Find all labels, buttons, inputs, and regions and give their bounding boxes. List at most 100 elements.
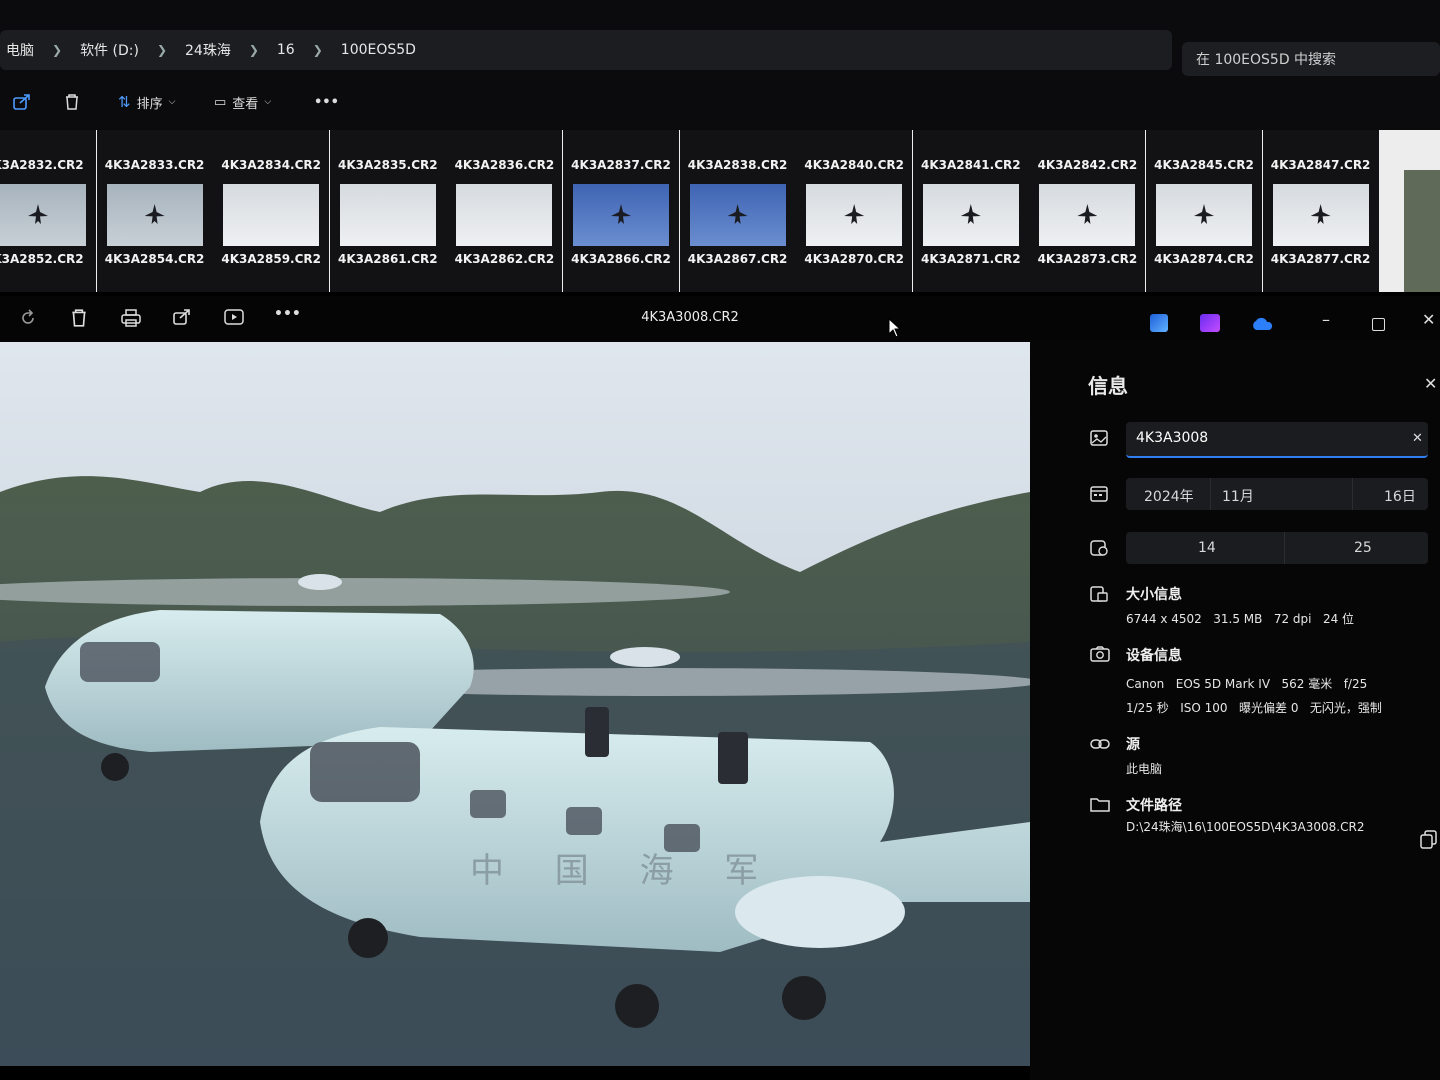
thumbnail-filename-bottom: 4K3A2866.CR2 [571, 252, 671, 266]
thumbnail-image[interactable] [1272, 184, 1369, 246]
source-section-label: 源 [1126, 737, 1140, 753]
search-input[interactable]: 在 100EOS5D 中搜索 [1182, 42, 1440, 76]
close-window-button[interactable]: ✕ [1422, 310, 1435, 329]
clipchamp-icon[interactable] [1200, 314, 1220, 332]
thumbnail-tile[interactable]: 4K3A2841.CR2 4K3A2871.CR2 [912, 130, 1029, 292]
shutter-speed: 1/25 秒 [1126, 701, 1169, 715]
chevron-right-icon: ❯ [312, 43, 323, 57]
aircraft-silhouette-icon [960, 204, 981, 224]
date-year[interactable]: 2024年 [1144, 486, 1194, 506]
thumbnail-image[interactable] [1039, 184, 1136, 246]
breadcrumb-folder-current[interactable]: 100EOS5D [335, 42, 422, 58]
slideshow-button[interactable] [224, 308, 244, 330]
more-options-button[interactable]: ••• [274, 306, 301, 322]
trash-icon [66, 94, 78, 110]
date-day[interactable]: 16日 [1384, 486, 1416, 506]
thumbnail-tile[interactable]: 4K3A2834.CR2 4K3A2859.CR2 [213, 130, 330, 292]
breadcrumb-folder-16[interactable]: 16 [271, 42, 301, 58]
thumbnail-filename-top: 4K3A2833.CR2 [104, 158, 205, 172]
thumbnail-filename-bottom: 4K3A2877.CR2 [1270, 252, 1371, 266]
camera-model: EOS 5D Mark IV [1175, 677, 1271, 691]
thumbnail-image[interactable] [106, 184, 203, 246]
photo-canvas[interactable]: 中 国 海 军 [0, 342, 1030, 1066]
thumbnail-tile[interactable]: 4K3A2838.CR2 4K3A2867.CR2 [679, 130, 796, 292]
photo-file-title: 4K3A3008.CR2 [641, 310, 739, 325]
chevron-right-icon: ❯ [156, 43, 167, 57]
breadcrumb-this-pc[interactable]: 电脑 [0, 40, 40, 60]
thumbnail-image[interactable] [806, 184, 903, 246]
breadcrumb-folder-zhuhai[interactable]: 24珠海 [179, 40, 237, 60]
image-size-icon [1090, 586, 1108, 606]
thumbnail-filename-bottom: 4K3A2867.CR2 [687, 252, 788, 266]
thumbnail-filename-top: 4K3A2836.CR2 [454, 158, 555, 172]
thumbnail-filename-bottom: 4K3A2859.CR2 [221, 252, 321, 266]
thumbnail-tile[interactable]: 4K3A2835.CR2 4K3A2861.CR2 [329, 130, 446, 292]
info-panel-heading: 信息 [1088, 374, 1128, 398]
device-section-label: 设备信息 [1126, 648, 1182, 664]
breadcrumb-drive[interactable]: 软件 (D:) [74, 40, 145, 60]
minimize-button[interactable]: – [1322, 310, 1330, 329]
share-button[interactable] [12, 93, 32, 111]
delete-button[interactable] [64, 93, 80, 111]
thumbnail-tile[interactable]: 4K3A2833.CR2 4K3A2854.CR2 [96, 130, 213, 292]
share-photo-button[interactable] [172, 308, 192, 330]
thumbnail-filename-top: K3A2832.CR2 [0, 158, 84, 172]
thumbnail-tile[interactable]: 4K3A2842.CR2 4K3A2873.CR2 [1029, 130, 1146, 292]
thumbnail-image[interactable] [922, 184, 1019, 246]
close-panel-button[interactable]: ✕ [1424, 374, 1437, 393]
thumbnail-tile[interactable]: 4K3A2840.CR2 4K3A2870.CR2 [796, 130, 913, 292]
link-icon [1090, 736, 1110, 755]
more-options-button[interactable]: ••• [314, 95, 339, 110]
thumbnail-image[interactable] [689, 184, 786, 246]
thumbnail-image[interactable] [223, 184, 320, 246]
address-bar[interactable]: 电脑 ❯ 软件 (D:) ❯ 24珠海 ❯ 16 ❯ 100EOS5D [0, 30, 1172, 70]
clear-icon[interactable]: ✕ [1412, 431, 1423, 446]
thumbnail-tile[interactable]: 4K3A2845.CR2 4K3A2874.CR2 [1146, 130, 1262, 292]
delete-photo-button[interactable] [70, 308, 88, 332]
print-button[interactable] [120, 308, 142, 332]
date-picker[interactable]: 2024年 11月 16日 [1126, 478, 1428, 510]
thumbnail-image[interactable] [339, 184, 436, 246]
thumbnail-image[interactable] [456, 184, 553, 246]
copy-icon[interactable] [1420, 830, 1438, 854]
thumbnail-filename-top: 4K3A2835.CR2 [337, 158, 438, 172]
sort-button[interactable]: ⇅ 排序 ⌵ [118, 93, 175, 112]
view-label: 查看 [232, 96, 259, 112]
thumbnail-filename-bottom: 4K3A2862.CR2 [454, 252, 555, 266]
thumbnail-image[interactable] [573, 184, 669, 246]
info-panel: 信息 ✕ 4K3A3008 ✕ 2024年 11月 16日 14 25 大小信息… [1030, 342, 1440, 1080]
date-month[interactable]: 11月 [1222, 486, 1254, 506]
maximize-button[interactable] [1372, 318, 1385, 331]
aircraft-silhouette-icon [611, 204, 631, 224]
iso-value: ISO 100 [1180, 701, 1228, 715]
slideshow-icon [224, 309, 244, 325]
focal-length: 562 毫米 [1281, 677, 1333, 691]
thumbnail-tile[interactable]: 4K3A2836.CR2 4K3A2862.CR2 [446, 130, 563, 292]
filename-field[interactable]: 4K3A3008 ✕ [1126, 422, 1428, 458]
aircraft-silhouette-icon [28, 204, 48, 224]
file-path-value[interactable]: D:\24珠海\16\100EOS5D\4K3A3008.CR2 [1126, 818, 1364, 835]
time-picker[interactable]: 14 25 [1126, 532, 1428, 564]
aircraft-silhouette-icon [844, 204, 865, 224]
thumbnail-filename-bottom: 4K3A2874.CR2 [1154, 252, 1254, 266]
rotate-icon [22, 309, 34, 324]
thumbnail-tile[interactable]: K3A2832.CR2 K3A2852.CR2 [0, 130, 96, 292]
rotate-button[interactable] [18, 308, 38, 332]
thumbnail-image[interactable] [1156, 184, 1252, 246]
thumbnail-tile[interactable]: 4K3A2837.CR2 4K3A2866.CR2 [563, 130, 679, 292]
printer-icon [121, 309, 141, 327]
thumbnail-filename-top: 4K3A2837.CR2 [571, 158, 671, 172]
onedrive-cloud-icon[interactable] [1250, 316, 1274, 335]
thumbnail-filename-bottom: K3A2852.CR2 [0, 252, 84, 266]
thumbnail-filename-top: 4K3A2847.CR2 [1270, 158, 1371, 172]
folder-icon [1090, 796, 1110, 816]
thumbnail-tile[interactable]: 4K3A2847.CR2 4K3A2877.CR2 [1262, 130, 1379, 292]
bit-depth: 24 位 [1322, 612, 1355, 626]
thumbnail-partial-tile[interactable] [1404, 170, 1440, 292]
time-hour[interactable]: 14 [1198, 540, 1216, 556]
thumbnail-image[interactable] [0, 184, 86, 246]
view-button[interactable]: ▭ 查看 ⌵ [214, 93, 271, 112]
thumbnail-filename-bottom: 4K3A2870.CR2 [804, 252, 904, 266]
time-minute[interactable]: 25 [1354, 540, 1372, 556]
edit-photo-icon[interactable] [1150, 314, 1168, 332]
